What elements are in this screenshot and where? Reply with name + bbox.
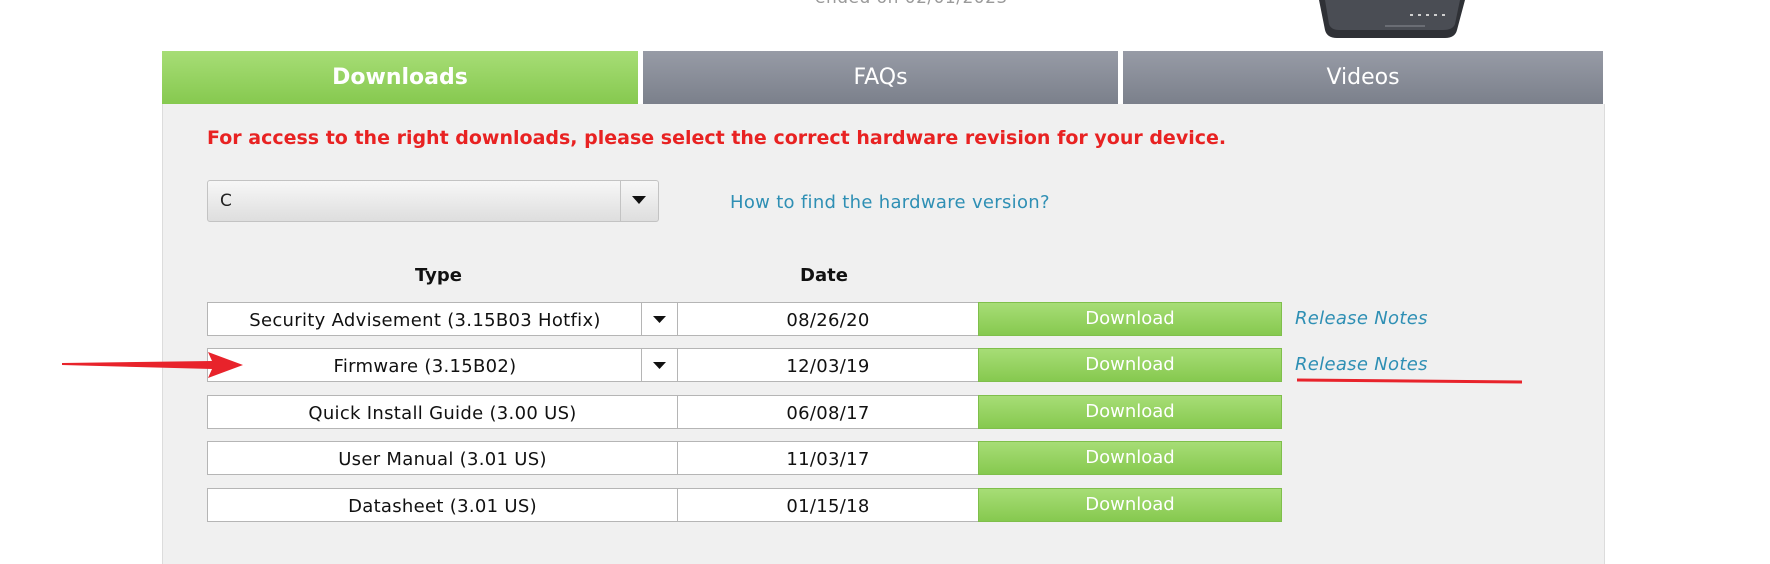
download-button[interactable]: Download [978, 302, 1282, 336]
tab-faqs-label: FAQs [853, 65, 908, 90]
type-select[interactable]: Firmware (3.15B02) [207, 348, 678, 382]
hardware-revision-select[interactable]: C [207, 180, 659, 222]
type-dropdown-button[interactable] [641, 349, 677, 381]
type-cell: Quick Install Guide (3.00 US) [207, 395, 678, 429]
hardware-revision-value: C [220, 191, 232, 211]
select-dropdown-button[interactable] [620, 181, 658, 221]
date-cell: 01/15/18 [677, 488, 979, 522]
download-row: Firmware (3.15B02) 12/03/19 Download [207, 348, 1282, 382]
date-cell: 06/08/17 [677, 395, 979, 429]
type-label: Security Advisement (3.15B03 Hotfix) [249, 310, 601, 331]
date-value: 08/26/20 [786, 310, 870, 331]
type-cell: Datasheet (3.01 US) [207, 488, 678, 522]
release-notes-link[interactable]: Release Notes [1295, 354, 1428, 375]
chevron-down-icon [653, 362, 666, 369]
date-cell: 08/26/20 [677, 302, 979, 336]
tab-videos[interactable]: Videos [1123, 51, 1603, 104]
download-row: Security Advisement (3.15B03 Hotfix) 08/… [207, 302, 1282, 336]
chevron-down-icon [653, 316, 666, 323]
release-notes-link[interactable]: Release Notes [1295, 308, 1428, 329]
type-label: Datasheet (3.01 US) [348, 496, 537, 517]
hardware-version-help-link[interactable]: How to find the hardware version? [730, 192, 1050, 213]
download-button[interactable]: Download [978, 395, 1282, 429]
type-label: Quick Install Guide (3.00 US) [308, 403, 577, 424]
column-header-date: Date [800, 265, 848, 286]
date-value: 12/03/19 [786, 356, 870, 377]
date-value: 01/15/18 [786, 496, 870, 517]
download-row: Datasheet (3.01 US) 01/15/18 Download [207, 488, 1282, 522]
date-value: 11/03/17 [786, 449, 870, 470]
type-label: User Manual (3.01 US) [338, 449, 547, 470]
type-select[interactable]: Security Advisement (3.15B03 Hotfix) [207, 302, 678, 336]
date-value: 06/08/17 [786, 403, 870, 424]
type-cell: User Manual (3.01 US) [207, 441, 678, 475]
chevron-down-icon [632, 196, 646, 204]
end-of-sale-text: ended on 02/01/2023 [815, 0, 1008, 8]
download-button[interactable]: Download [978, 488, 1282, 522]
download-row: Quick Install Guide (3.00 US) 06/08/17 D… [207, 395, 1282, 429]
tab-faqs[interactable]: FAQs [643, 51, 1118, 104]
date-cell: 12/03/19 [677, 348, 979, 382]
tab-videos-label: Videos [1326, 65, 1400, 90]
column-header-type: Type [415, 265, 462, 286]
download-row: User Manual (3.01 US) 11/03/17 Download [207, 441, 1282, 475]
product-tabs: Downloads FAQs Videos [162, 51, 1603, 104]
type-dropdown-button[interactable] [641, 303, 677, 335]
router-image [1319, 0, 1465, 38]
type-label: Firmware (3.15B02) [333, 356, 517, 377]
tab-downloads-label: Downloads [332, 65, 468, 90]
download-button[interactable]: Download [978, 441, 1282, 475]
hardware-revision-notice: For access to the right downloads, pleas… [207, 127, 1227, 149]
date-cell: 11/03/17 [677, 441, 979, 475]
tab-downloads[interactable]: Downloads [162, 51, 638, 104]
download-button[interactable]: Download [978, 348, 1282, 382]
